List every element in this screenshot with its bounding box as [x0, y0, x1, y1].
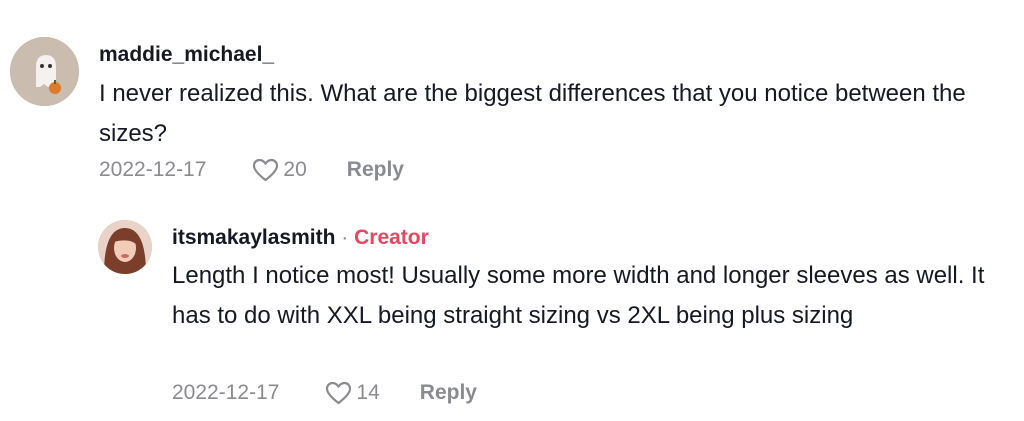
- reply-button[interactable]: Reply: [420, 381, 477, 405]
- reply-text: Length I notice most! Usually some more …: [172, 262, 985, 329]
- comment-meta: 2022-12-17 20 Reply: [99, 158, 404, 182]
- profile-photo-icon: [98, 220, 152, 274]
- reply-button[interactable]: Reply: [347, 158, 404, 182]
- comment-text: I never realized this. What are the bigg…: [99, 80, 966, 147]
- heart-icon: [253, 158, 279, 182]
- like-button[interactable]: 20: [252, 158, 307, 182]
- comment-item: maddie_michael_ I never realized this. W…: [0, 0, 1024, 200]
- like-count: 20: [283, 158, 307, 181]
- reply-meta: 2022-12-17 14 Reply: [172, 381, 477, 405]
- separator-dot: ·: [341, 226, 349, 249]
- comment-date: 2022-12-17: [99, 158, 207, 181]
- reply-item: itsmakaylasmith · Creator Length I notic…: [0, 200, 1024, 421]
- like-count: 14: [356, 381, 380, 404]
- avatar[interactable]: [98, 220, 152, 274]
- creator-badge: Creator: [354, 226, 429, 249]
- avatar[interactable]: [10, 37, 79, 106]
- like-button[interactable]: 14: [325, 381, 380, 405]
- ghost-avatar-icon: [10, 37, 79, 106]
- reply-date: 2022-12-17: [172, 381, 280, 404]
- reply-username-line: itsmakaylasmith · Creator: [172, 226, 429, 250]
- comment-username[interactable]: maddie_michael_: [99, 43, 274, 67]
- reply-username[interactable]: itsmakaylasmith: [172, 226, 335, 249]
- heart-icon: [326, 381, 352, 405]
